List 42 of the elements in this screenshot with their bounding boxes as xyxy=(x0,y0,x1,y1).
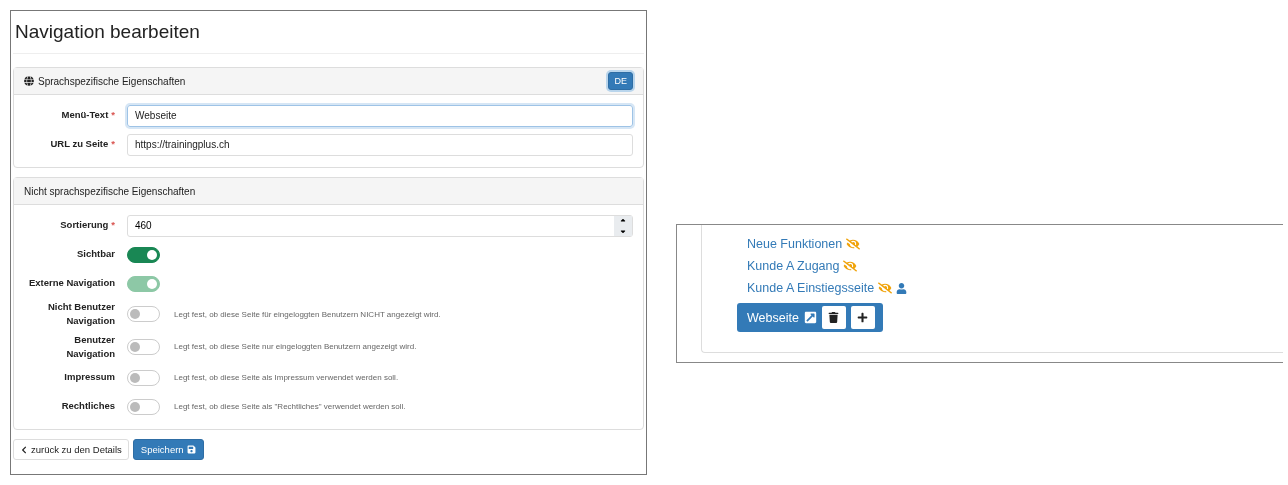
save-button[interactable]: Speichern xyxy=(132,439,204,460)
chevron-left-icon xyxy=(20,445,28,454)
item-label: Webseite xyxy=(747,310,799,325)
plus-icon xyxy=(857,312,869,323)
field-label: URL zu Seite * xyxy=(49,137,116,152)
number-field[interactable]: 460 xyxy=(127,214,633,237)
page-title: Navigation bearbeiten xyxy=(13,11,644,54)
field-label: Nicht Benutzer Navigation xyxy=(46,300,116,329)
section-title: Sprachspezifische Eigenschaften xyxy=(38,75,187,87)
tree-item[interactable]: Kunde A Zugang xyxy=(747,259,840,273)
help-text: Legt fest, ob diese Seite nur eingeloggten Benutzern angezeigt wird. xyxy=(174,342,417,352)
add-button[interactable] xyxy=(850,306,875,329)
trash-icon xyxy=(828,312,840,323)
required-mark: * xyxy=(111,109,115,121)
field-label: Externe Navigation xyxy=(27,276,116,291)
section-title: Nicht sprachspezifische Eigenschaften xyxy=(24,185,197,197)
tree-item[interactable]: Neue Funktionen xyxy=(747,237,843,251)
field-label: Benutzer Navigation xyxy=(65,332,116,361)
toggle-switch[interactable] xyxy=(127,398,160,415)
field-label: Sortierung * xyxy=(59,218,116,233)
required-mark: * xyxy=(111,138,115,150)
input-field[interactable]: Webseite xyxy=(127,104,633,127)
toggle-switch[interactable] xyxy=(127,338,160,355)
selected-tree-item[interactable]: Webseite xyxy=(737,303,883,332)
field-label: Rechtliches xyxy=(60,399,116,414)
back-button[interactable]: zurück zu den Details xyxy=(13,439,129,460)
toggle-switch[interactable] xyxy=(127,306,160,323)
toggle-switch[interactable] xyxy=(127,369,160,386)
help-text: Legt fest, ob diese Seite für eingeloggten Benutzern NICHT angezeigt wird. xyxy=(174,309,441,319)
save-icon xyxy=(186,445,196,454)
help-text: Legt fest, ob diese Seite als "Rechtliches" verwendet werden soll. xyxy=(174,402,406,411)
field-label: Sichtbar xyxy=(76,247,116,262)
required-mark: * xyxy=(111,219,115,231)
tree-item[interactable]: Kunde A Einstiegsseite xyxy=(747,281,875,295)
input-field[interactable]: https://trainingplus.ch xyxy=(127,133,633,156)
toggle-switch[interactable] xyxy=(127,246,160,263)
field-label: Impressum xyxy=(63,370,116,385)
help-text: Legt fest, ob diese Seite als Impressum verwendet werden soll. xyxy=(174,373,399,382)
field-label: Menü-Text * xyxy=(60,108,116,123)
globe-icon xyxy=(24,76,34,86)
language-button[interactable]: DE xyxy=(608,72,633,90)
delete-button[interactable] xyxy=(821,306,846,329)
